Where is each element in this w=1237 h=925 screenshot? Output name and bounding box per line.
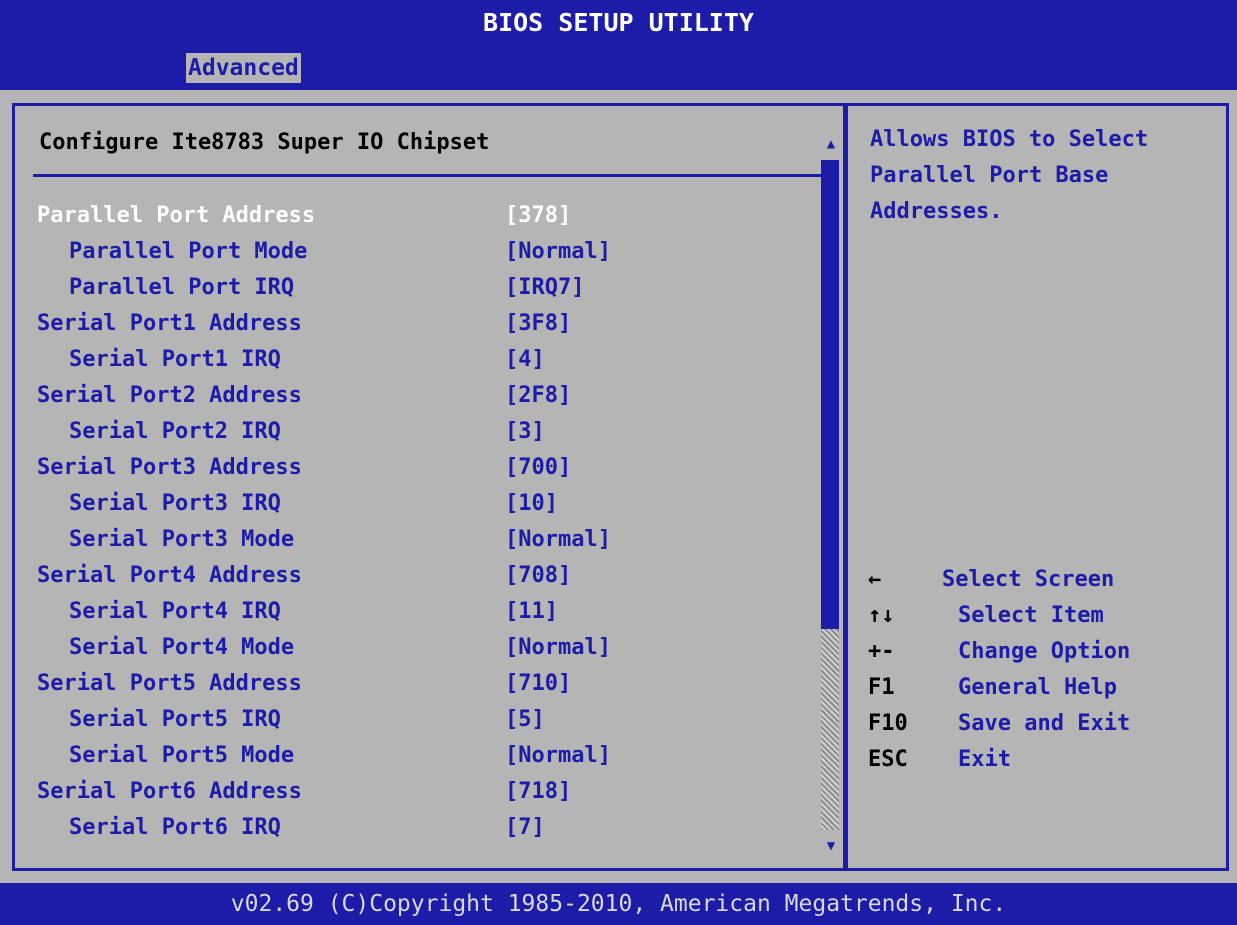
setting-value[interactable]: [7]: [505, 810, 545, 846]
scrollbar-thumb[interactable]: [821, 160, 839, 629]
scrollbar-track[interactable]: [821, 160, 839, 830]
setting-value[interactable]: [Normal]: [505, 738, 611, 774]
key-description: Save and Exit: [958, 711, 1131, 736]
key-name: F10: [868, 711, 908, 736]
setting-label: Serial Port3 IRQ: [69, 491, 281, 516]
setting-value[interactable]: [378]: [505, 198, 571, 234]
setting-label: Serial Port2 IRQ: [69, 419, 281, 444]
setting-label: Serial Port4 Mode: [69, 635, 295, 660]
setting-value[interactable]: [IRQ7]: [505, 270, 584, 306]
setting-value[interactable]: [3F8]: [505, 306, 571, 342]
setting-value[interactable]: [5]: [505, 702, 545, 738]
setting-row[interactable]: Serial Port2 Address [2F8]: [15, 378, 820, 414]
setting-value[interactable]: [708]: [505, 558, 571, 594]
setting-label: Serial Port4 Address: [37, 563, 302, 588]
setting-label: Serial Port6 Address: [37, 779, 302, 804]
setting-label: Parallel Port Mode: [69, 239, 308, 264]
key-description: Select Item: [958, 603, 1104, 628]
help-panel: Allows BIOS to Select Parallel Port Base…: [845, 103, 1229, 871]
scroll-down-arrow-icon[interactable]: ▼: [821, 836, 841, 856]
setting-label: Serial Port5 Address: [37, 671, 302, 696]
setting-label: Serial Port4 IRQ: [69, 599, 281, 624]
key-description: General Help: [958, 675, 1117, 700]
bios-screen: BIOS SETUP UTILITY Advanced Configure It…: [0, 0, 1237, 925]
key-name: ESC: [868, 747, 908, 772]
setting-row[interactable]: Serial Port4 Mode [Normal]: [15, 630, 820, 666]
settings-panel: Configure Ite8783 Super IO Chipset Paral…: [12, 103, 846, 871]
setting-row[interactable]: Serial Port3 Mode [Normal]: [15, 522, 820, 558]
key-description: Select Screen: [942, 567, 1115, 592]
setting-row[interactable]: Serial Port4 IRQ [11]: [15, 594, 820, 630]
setting-label: Serial Port3 Address: [37, 455, 302, 480]
setting-label: Serial Port2 Address: [37, 383, 302, 408]
setting-row[interactable]: Serial Port5 Mode [Normal]: [15, 738, 820, 774]
setting-label: Parallel Port IRQ: [69, 275, 295, 300]
key-description: Exit: [958, 747, 1011, 772]
copyright-footer: v02.69 (C)Copyright 1985-2010, American …: [0, 883, 1237, 925]
key-description: Change Option: [958, 639, 1131, 664]
setting-value[interactable]: [2F8]: [505, 378, 571, 414]
setting-label: Serial Port1 Address: [37, 311, 302, 336]
setting-label: Serial Port1 IRQ: [69, 347, 281, 372]
settings-list: Parallel Port Address [378] Parallel Port …: [15, 198, 820, 846]
setting-value[interactable]: [Normal]: [505, 234, 611, 270]
setting-value[interactable]: [11]: [505, 594, 558, 630]
setting-value[interactable]: [10]: [505, 486, 558, 522]
key-name: F1: [868, 675, 895, 700]
setting-row[interactable]: Parallel Port IRQ [IRQ7]: [15, 270, 820, 306]
key-hint: F1 General Help: [868, 670, 1208, 706]
setting-row[interactable]: Serial Port6 Address [718]: [15, 774, 820, 810]
key-hint: ↑↓ Select Item: [868, 598, 1208, 634]
key-hint: ← Select Screen: [868, 562, 1208, 598]
setting-value[interactable]: [3]: [505, 414, 545, 450]
setting-row[interactable]: Serial Port1 Address [3F8]: [15, 306, 820, 342]
setting-row[interactable]: Serial Port5 IRQ [5]: [15, 702, 820, 738]
key-hint: +- Change Option: [868, 634, 1208, 670]
setting-label: Serial Port6 IRQ: [69, 815, 281, 840]
setting-value[interactable]: [4]: [505, 342, 545, 378]
section-divider: [33, 174, 821, 177]
setting-label: Serial Port3 Mode: [69, 527, 295, 552]
setting-row[interactable]: Serial Port1 IRQ [4]: [15, 342, 820, 378]
key-hint: ESC Exit: [868, 742, 1208, 778]
help-text: Allows BIOS to Select Parallel Port Base…: [870, 127, 1149, 224]
setting-row[interactable]: Serial Port5 Address [710]: [15, 666, 820, 702]
tab-bar: Advanced: [0, 46, 1237, 90]
setting-row[interactable]: Parallel Port Address [378]: [15, 198, 820, 234]
setting-value[interactable]: [Normal]: [505, 630, 611, 666]
setting-row[interactable]: Serial Port3 Address [700]: [15, 450, 820, 486]
setting-value[interactable]: [Normal]: [505, 522, 611, 558]
setting-value[interactable]: [700]: [505, 450, 571, 486]
section-title: Configure Ite8783 Super IO Chipset: [39, 130, 490, 155]
setting-row[interactable]: Serial Port2 IRQ [3]: [15, 414, 820, 450]
key-name: ←: [868, 567, 882, 592]
key-legend: ← Select Screen ↑↓ Select Item +- Change Opti…: [868, 562, 1208, 778]
key-name: ↑↓: [868, 603, 895, 628]
setting-row[interactable]: Parallel Port Mode [Normal]: [15, 234, 820, 270]
setting-label: Serial Port5 Mode: [69, 743, 295, 768]
setting-label: Serial Port5 IRQ: [69, 707, 281, 732]
setting-row[interactable]: Serial Port3 IRQ [10]: [15, 486, 820, 522]
tab-advanced[interactable]: Advanced: [186, 53, 301, 83]
copyright-text: v02.69 (C)Copyright 1985-2010, American …: [230, 891, 1007, 917]
setting-value[interactable]: [710]: [505, 666, 571, 702]
setting-label: Parallel Port Address: [37, 203, 316, 228]
scroll-up-arrow-icon[interactable]: ▲: [821, 134, 841, 154]
key-name: +-: [868, 639, 895, 664]
key-hint: F10 Save and Exit: [868, 706, 1208, 742]
setting-value[interactable]: [718]: [505, 774, 571, 810]
title-bar: BIOS SETUP UTILITY: [0, 0, 1237, 46]
app-title: BIOS SETUP UTILITY: [483, 8, 754, 37]
setting-row[interactable]: Serial Port6 IRQ [7]: [15, 810, 820, 846]
setting-row[interactable]: Serial Port4 Address [708]: [15, 558, 820, 594]
